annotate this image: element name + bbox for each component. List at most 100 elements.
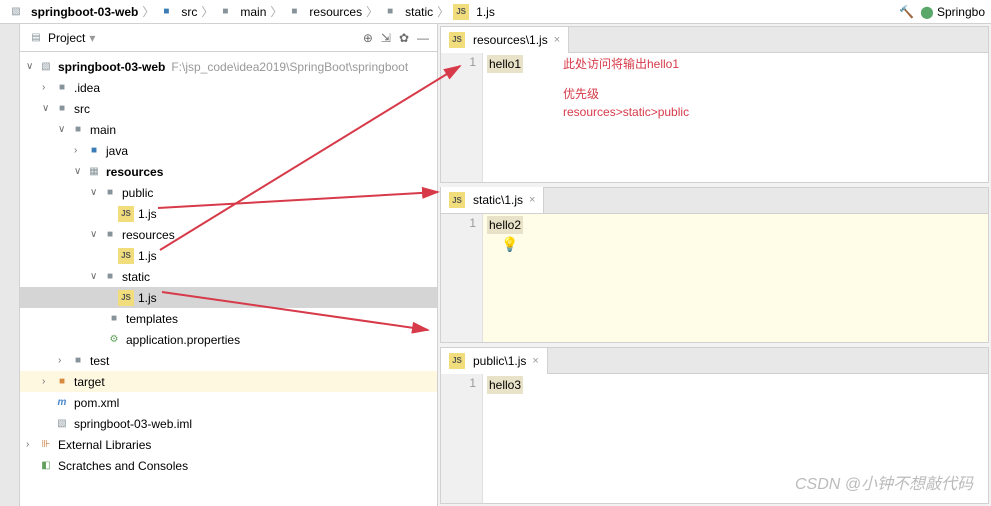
js-file-icon: JS [118,206,134,222]
editor-pane-1: JS resources\1.js × 1 hello1 此处访问将输出hell… [440,26,989,183]
js-file-icon: JS [118,290,134,306]
breadcrumb-item[interactable]: ■src [156,4,199,20]
properties-icon: ⚙ [106,332,122,348]
code-area[interactable]: hello3 [483,374,988,503]
breadcrumb-item[interactable]: JS1.js [451,4,497,20]
tab-label: public\1.js [473,354,526,368]
tree-node-static-file[interactable]: JS1.js [20,287,437,308]
folder-icon: ■ [54,80,70,96]
project-icon: ▤ [28,30,44,46]
editor-pane-2: JS static\1.js × 1 hello2 💡 [440,187,989,344]
close-icon[interactable]: × [554,34,560,46]
folder-icon: ■ [382,4,398,20]
tree-node-static[interactable]: ∨■static [20,266,437,287]
tree-node-public-file[interactable]: JS1.js [20,203,437,224]
js-file-icon: JS [453,4,469,20]
tree-node-iml[interactable]: ▧springboot-03-web.iml [20,413,437,434]
tab-bar: JS public\1.js × [441,348,988,374]
tree-node-resources-file[interactable]: JS1.js [20,245,437,266]
tree-node-scratches[interactable]: ◧Scratches and Consoles [20,455,437,476]
tab-bar: JS static\1.js × [441,188,988,214]
intention-bulb-icon[interactable]: 💡 [501,236,518,253]
editor-body[interactable]: 1 hello3 [441,374,988,503]
editor-area: JS resources\1.js × 1 hello1 此处访问将输出hell… [438,24,991,506]
project-tree[interactable]: ∨▧springboot-03-webF:\jsp_code\idea2019\… [20,52,437,506]
module-icon: ▧ [38,59,54,75]
folder-icon: ■ [102,227,118,243]
tree-node-src[interactable]: ∨■src [20,98,437,119]
src-folder-icon: ■ [86,143,102,159]
editor-pane-3: JS public\1.js × 1 hello3 [440,347,989,504]
gear-icon[interactable]: ✿ [399,31,409,45]
js-file-icon: JS [449,192,465,208]
line-gutter: 1 [441,214,483,343]
tab-label: resources\1.js [473,33,548,47]
folder-icon: ■ [54,101,70,117]
tree-node-java[interactable]: ›■java [20,140,437,161]
editor-tab[interactable]: JS static\1.js × [441,187,544,213]
code-area[interactable]: hello2 💡 [483,214,988,343]
line-gutter: 1 [441,53,483,182]
tree-node-test[interactable]: ›■test [20,350,437,371]
annotation-text: resources>static>public [563,105,689,119]
close-icon[interactable]: × [532,355,538,367]
dropdown-icon[interactable]: ▾ [89,31,95,45]
hide-icon[interactable]: — [417,31,429,45]
tree-node-app-props[interactable]: ⚙application.properties [20,329,437,350]
folder-icon: ■ [70,353,86,369]
annotation-text: 此处访问将输出hello1 [563,55,679,72]
breadcrumb-item[interactable]: ■main [215,4,268,20]
tree-node-resources[interactable]: ∨▦resources [20,161,437,182]
maven-icon: m [54,395,70,411]
editor-body[interactable]: 1 hello2 💡 [441,214,988,343]
left-gutter[interactable] [0,24,20,506]
module-icon: ▧ [8,4,24,20]
run-config[interactable]: ⬤ Springbo [920,5,985,19]
build-icon[interactable]: 🔨 [899,5,914,19]
folder-icon: ■ [102,185,118,201]
breadcrumb-item[interactable]: ■resources [284,4,364,20]
js-file-icon: JS [449,32,465,48]
module-icon: ▧ [54,416,70,432]
line-gutter: 1 [441,374,483,503]
panel-title: Project [48,31,85,45]
annotation-text: 优先级 [563,85,599,102]
tree-node-main[interactable]: ∨■main [20,119,437,140]
folder-icon: ■ [70,122,86,138]
excluded-folder-icon: ■ [54,374,70,390]
breadcrumb-item[interactable]: ■static [380,4,435,20]
tree-node-templates[interactable]: ■templates [20,308,437,329]
code-area[interactable]: hello1 此处访问将输出hello1 优先级 resources>stati… [483,53,988,182]
resources-folder-icon: ▦ [86,164,102,180]
tree-node-public[interactable]: ∨■public [20,182,437,203]
tree-node-target[interactable]: ›■target [20,371,437,392]
chevron-right-icon: 〉 [142,3,154,20]
tree-node-root[interactable]: ∨▧springboot-03-webF:\jsp_code\idea2019\… [20,56,437,77]
expand-all-icon[interactable]: ⇲ [381,31,391,45]
folder-icon: ■ [217,4,233,20]
breadcrumb: ▧springboot-03-web 〉 ■src 〉 ■main 〉 ■res… [0,0,991,24]
folder-icon: ■ [102,269,118,285]
project-tool-window: ▤ Project ▾ ⊕ ⇲ ✿ — ∨▧springboot-03-webF… [20,24,438,506]
close-icon[interactable]: × [529,194,535,206]
editor-tab[interactable]: JS public\1.js × [441,348,548,374]
tree-node-pom[interactable]: mpom.xml [20,392,437,413]
tree-node-idea[interactable]: ›■.idea [20,77,437,98]
select-opened-icon[interactable]: ⊕ [363,31,373,45]
js-file-icon: JS [449,353,465,369]
js-file-icon: JS [118,248,134,264]
tree-node-resources-sub[interactable]: ∨■resources [20,224,437,245]
tree-node-ext-libs[interactable]: ›⊪External Libraries [20,434,437,455]
chevron-right-icon: 〉 [201,3,213,20]
folder-icon: ■ [158,4,174,20]
tab-label: static\1.js [473,193,523,207]
chevron-right-icon: 〉 [437,3,449,20]
breadcrumb-item[interactable]: ▧springboot-03-web [6,4,140,20]
folder-icon: ■ [106,311,122,327]
tab-bar: JS resources\1.js × [441,27,988,53]
chevron-right-icon: 〉 [270,3,282,20]
scratch-icon: ◧ [38,458,54,474]
editor-tab[interactable]: JS resources\1.js × [441,27,569,53]
editor-body[interactable]: 1 hello1 此处访问将输出hello1 优先级 resources>sta… [441,53,988,182]
library-icon: ⊪ [38,437,54,453]
